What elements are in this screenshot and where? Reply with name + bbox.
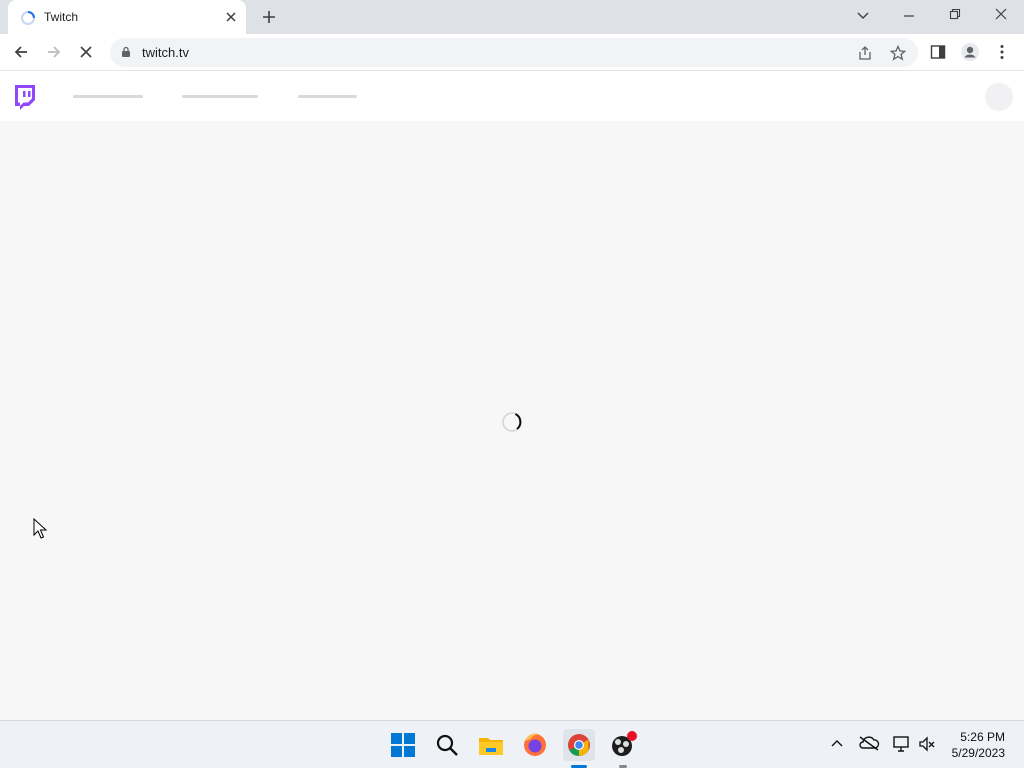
browser-toolbar: twitch.tv (0, 34, 1024, 71)
page-content (0, 121, 1024, 720)
url-text: twitch.tv (142, 45, 189, 60)
windows-taskbar: 5:26 PM 5/29/2023 (0, 720, 1024, 768)
mouse-cursor-icon (33, 518, 47, 539)
search-icon (436, 734, 458, 756)
loading-spinner-icon (502, 412, 522, 432)
nav-skeleton-placeholder (182, 95, 258, 98)
clock-time: 5:26 PM (960, 730, 1005, 744)
firefox-icon (524, 733, 546, 756)
nav-skeleton-placeholder (298, 95, 357, 98)
firefox-button[interactable] (519, 729, 551, 761)
side-panel-icon[interactable] (930, 44, 946, 60)
obs-button[interactable] (607, 729, 639, 768)
folder-icon (479, 738, 503, 755)
windows-logo-icon (391, 733, 415, 757)
file-explorer-button[interactable] (475, 729, 507, 761)
obs-icon (612, 731, 637, 756)
back-icon[interactable] (13, 44, 29, 60)
start-button[interactable] (387, 729, 419, 761)
tab-strip: Twitch (0, 0, 1024, 34)
minimize-button[interactable] (903, 10, 915, 22)
profile-avatar-icon[interactable] (960, 42, 980, 62)
chrome-icon (568, 734, 590, 756)
network-icon[interactable] (892, 735, 910, 753)
close-tab-icon[interactable] (225, 11, 237, 23)
address-bar[interactable]: twitch.tv (110, 38, 918, 67)
bookmark-star-icon[interactable] (890, 45, 906, 61)
menu-kebab-icon[interactable] (1000, 44, 1004, 60)
new-tab-button[interactable] (262, 10, 276, 24)
nav-skeleton-placeholder (73, 95, 143, 98)
loading-favicon-icon (21, 11, 35, 25)
twitch-header (0, 71, 1024, 121)
clock-date: 5/29/2023 (951, 746, 1005, 760)
restore-button[interactable] (949, 8, 961, 20)
chrome-button[interactable] (563, 729, 595, 768)
lock-icon[interactable] (121, 46, 131, 58)
search-button[interactable] (431, 729, 463, 761)
browser-tab[interactable]: Twitch (8, 0, 246, 34)
volume-muted-icon[interactable] (918, 735, 936, 753)
close-window-button[interactable] (995, 8, 1007, 20)
stop-loading-icon[interactable] (79, 45, 93, 59)
chevron-up-icon[interactable] (830, 738, 844, 748)
tab-search-icon[interactable] (857, 9, 869, 21)
share-icon[interactable] (857, 45, 873, 61)
tab-title: Twitch (44, 10, 79, 24)
avatar-skeleton-placeholder (985, 83, 1013, 111)
onedrive-offline-icon[interactable] (858, 735, 880, 751)
twitch-logo-icon[interactable] (13, 83, 37, 111)
forward-icon[interactable] (46, 44, 62, 60)
